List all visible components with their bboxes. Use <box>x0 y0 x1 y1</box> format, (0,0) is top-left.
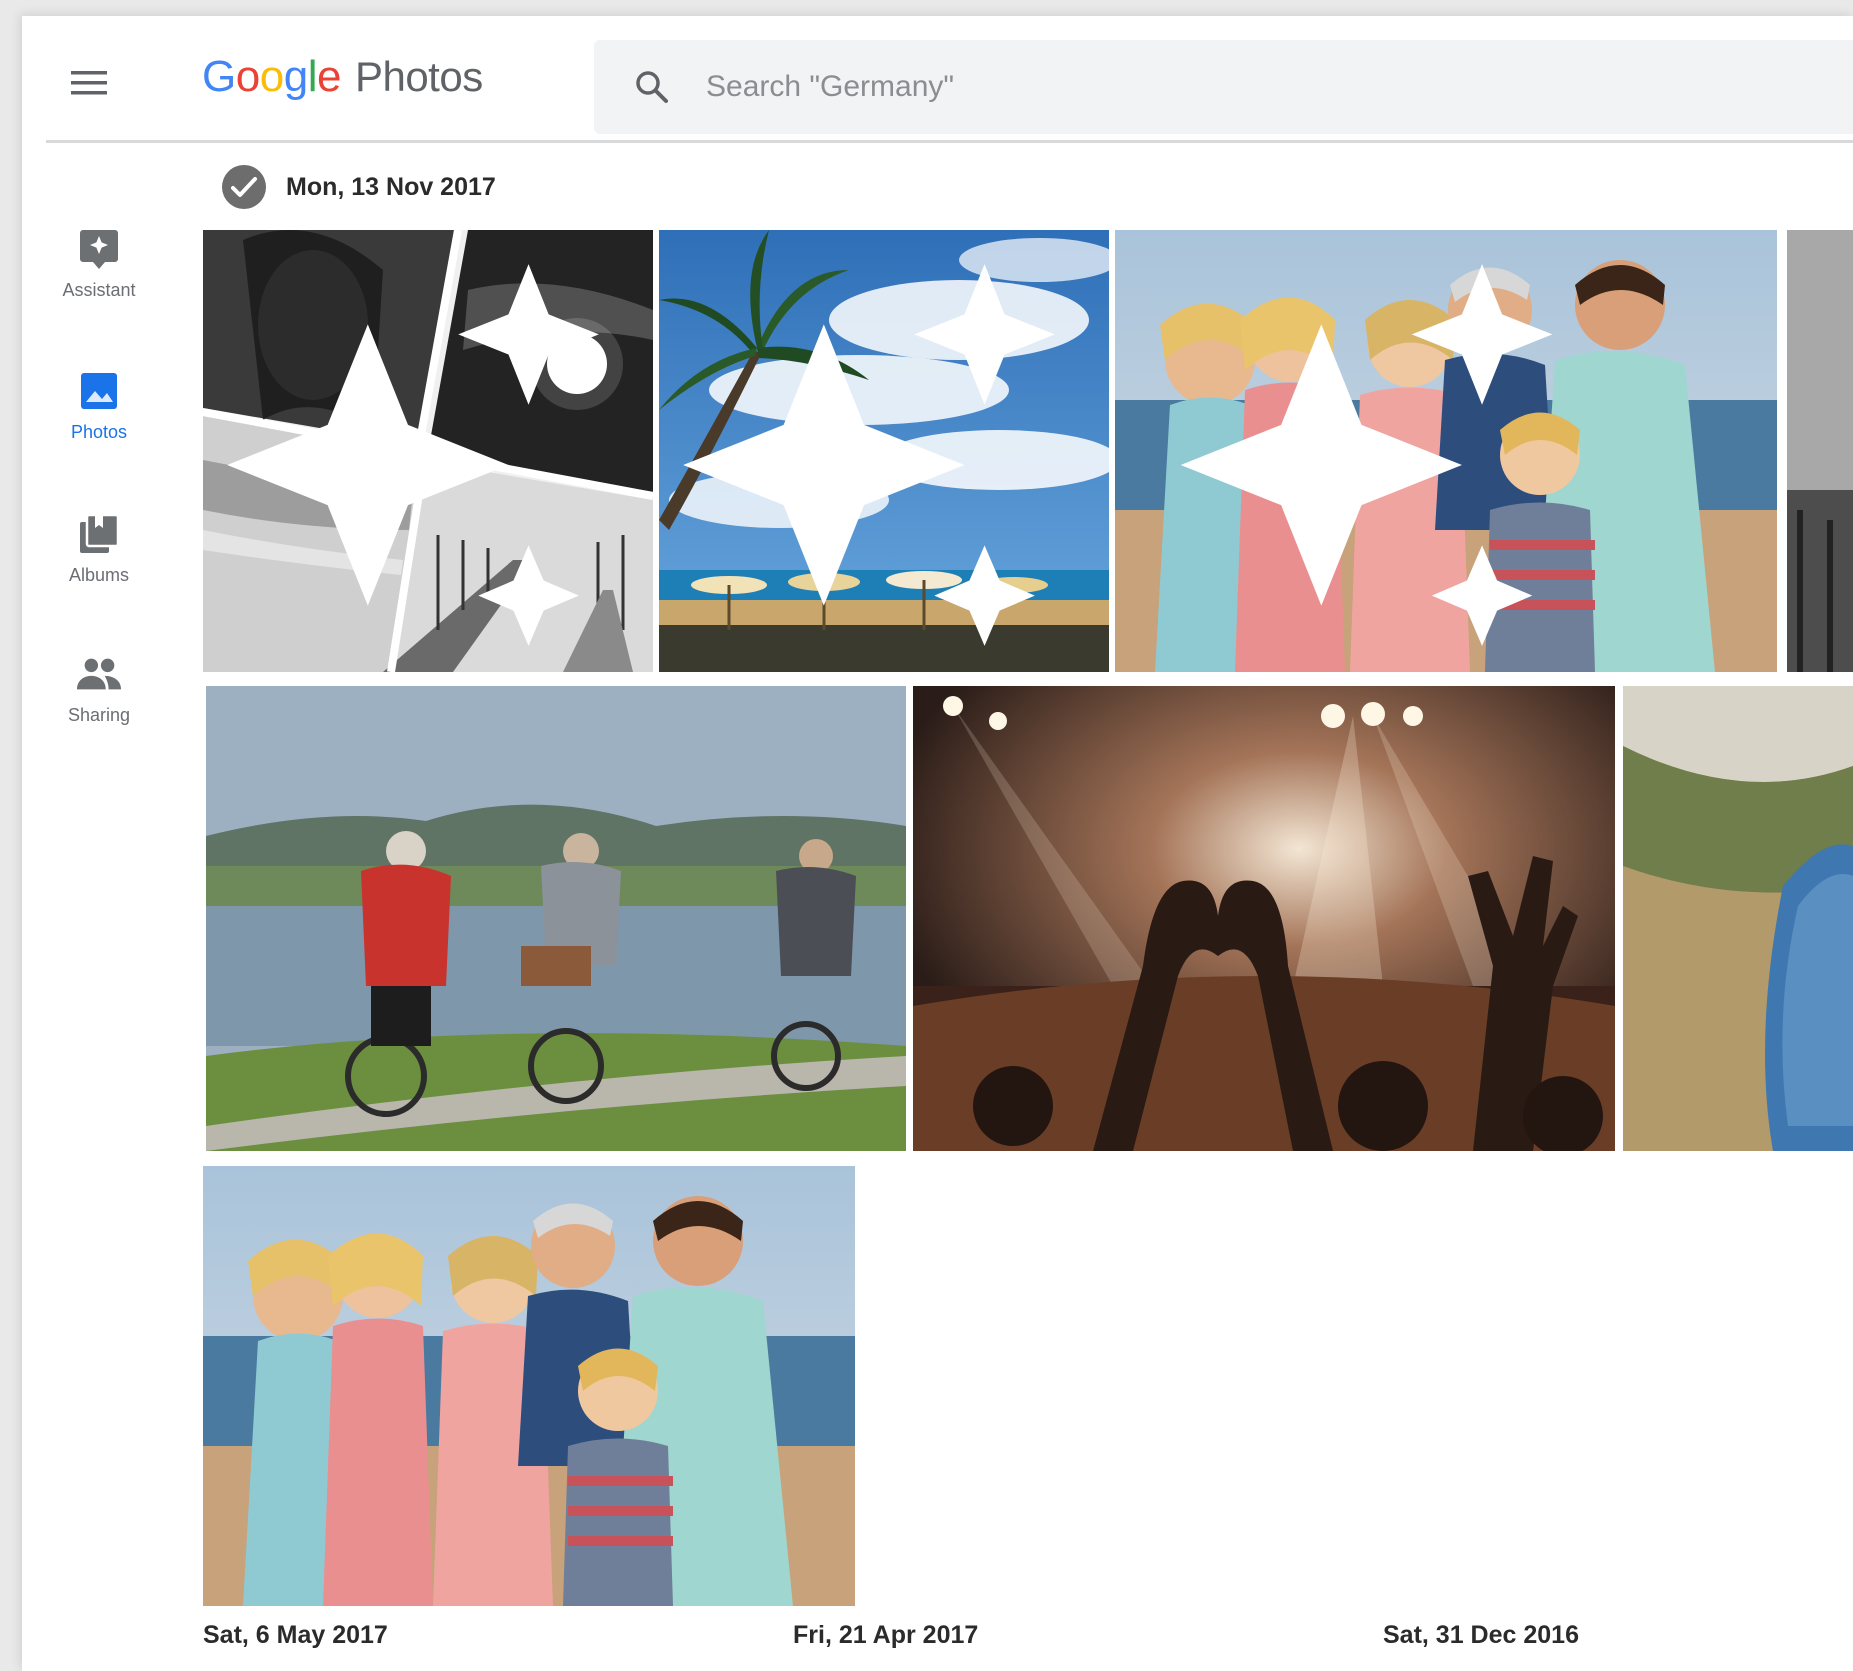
date-label: Fri, 21 Apr 2017 <box>793 1621 979 1649</box>
albums-icon <box>76 511 122 557</box>
header-divider <box>46 140 1853 143</box>
auto-creation-sparkle-icon <box>1180 264 1553 646</box>
photo-thumbnail[interactable] <box>913 686 1615 1151</box>
hamburger-menu-icon <box>71 71 107 95</box>
sidebar-nav: Assistant Photos Albums Sharing <box>22 146 182 746</box>
logo-letter: o <box>259 52 284 101</box>
sidebar-item-label: Assistant <box>62 280 136 300</box>
google-photos-window: Google Photos Assistant <box>22 16 1853 1671</box>
logo-letter: o <box>235 52 260 101</box>
date-group-header: Mon, 13 Nov 2017 <box>222 161 496 213</box>
logo-letter: e <box>316 52 341 101</box>
logo-letter: l <box>307 52 318 101</box>
logo-letter: g <box>283 52 308 101</box>
search-bar[interactable] <box>594 40 1853 134</box>
assistant-icon <box>76 226 122 272</box>
search-input[interactable] <box>704 69 1708 105</box>
photos-icon <box>76 368 122 414</box>
sharing-icon <box>76 651 122 697</box>
sidebar-item-label: Photos <box>70 422 128 442</box>
photo-thumbnail[interactable] <box>1787 230 1853 672</box>
date-label: Sat, 6 May 2017 <box>203 1621 388 1649</box>
auto-creation-sparkle-icon <box>683 264 1055 646</box>
photo-thumbnail[interactable] <box>1623 686 1853 1151</box>
sidebar-item-sharing[interactable]: Sharing <box>34 651 164 751</box>
auto-creation-sparkle-icon <box>227 264 599 646</box>
sidebar-item-assistant[interactable]: Assistant <box>34 226 164 326</box>
sidebar-item-label: Albums <box>68 565 130 585</box>
sidebar-item-photos[interactable]: Photos <box>34 368 164 468</box>
top-app-bar: Google Photos <box>22 16 1853 143</box>
photo-thumbnail[interactable] <box>203 1166 855 1606</box>
date-label: Mon, 13 Nov 2017 <box>286 172 496 201</box>
photo-thumbnail[interactable] <box>206 686 906 1151</box>
sidebar-item-label: Sharing <box>67 705 131 725</box>
photo-thumbnail[interactable] <box>203 230 653 672</box>
search-icon[interactable] <box>632 67 672 107</box>
select-all-check-icon[interactable] <box>222 165 266 209</box>
photo-thumbnail[interactable] <box>659 230 1109 672</box>
date-label: Sat, 31 Dec 2016 <box>1383 1621 1579 1649</box>
photo-thumbnail[interactable] <box>1115 230 1780 672</box>
sidebar-item-albums[interactable]: Albums <box>34 511 164 611</box>
logo-letter: G <box>202 52 236 101</box>
main-menu-button[interactable] <box>64 61 114 105</box>
google-photos-logo[interactable]: Google Photos <box>202 52 483 112</box>
logo-product-name: Photos <box>354 53 483 100</box>
